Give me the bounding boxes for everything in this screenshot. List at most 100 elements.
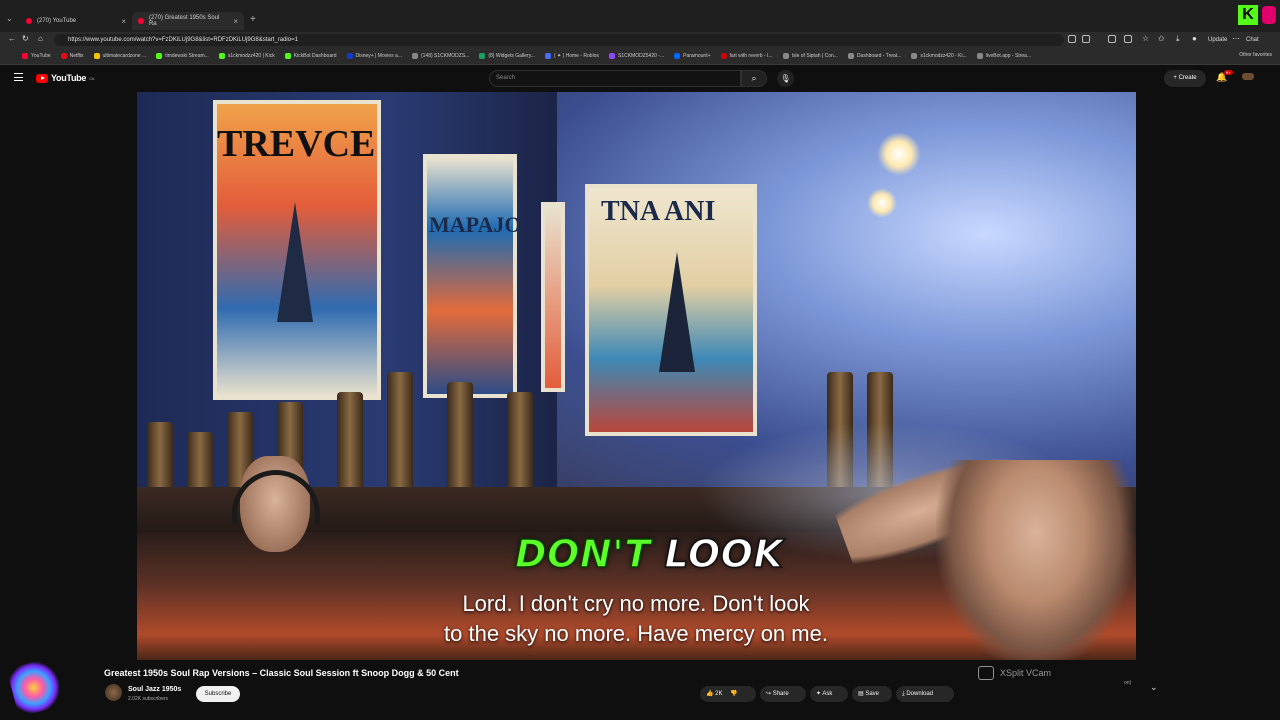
more-menu-icon[interactable]: ⋯ — [1232, 34, 1240, 43]
bookmark-item[interactable]: Paramount+ — [674, 53, 711, 59]
ask-button[interactable]: ✦ Ask — [810, 686, 848, 702]
bookmark-item[interactable]: S1CKMODZ5420 -... — [608, 53, 665, 59]
youtube-logo[interactable]: YouTube CA — [36, 73, 94, 83]
address-toolbar: ← ↻ ⌂ https://www.youtube.com/watch?v=Fz… — [0, 32, 1280, 48]
lyric-word-1: DON'T — [514, 531, 651, 577]
chat-button[interactable]: Chat — [1246, 34, 1259, 46]
bookmark-favicon-icon — [93, 53, 100, 59]
bookmark-favicon-icon — [479, 53, 486, 59]
menu-icon[interactable] — [14, 73, 23, 81]
bookmark-item[interactable]: s1ckmodzz420 | Kick — [218, 53, 275, 59]
bookmark-favicon-icon — [156, 53, 163, 59]
update-button[interactable]: Update — [1208, 34, 1227, 46]
like-count[interactable]: 2K — [715, 691, 722, 697]
chevron-down-icon[interactable]: ⌄ — [1150, 682, 1158, 693]
download-icon[interactable]: ⤓ — [1176, 34, 1180, 44]
create-button[interactable]: + Create — [1164, 70, 1206, 87]
bookmark-item[interactable]: (148) S1CKMODZS... — [411, 53, 469, 59]
new-tab-icon[interactable]: + — [250, 14, 256, 25]
webcam-overlay — [826, 440, 1198, 670]
home-icon[interactable]: ⌂ — [38, 34, 43, 43]
side-text: on) — [1124, 680, 1132, 686]
youtube-favicon-icon — [26, 18, 32, 24]
url-field[interactable]: https://www.youtube.com/watch?v=FzDKiLUj… — [54, 34, 1064, 46]
search-input[interactable]: Search — [489, 70, 741, 87]
bookmark-item[interactable]: Dashboard - Treat... — [847, 53, 901, 59]
close-tab-icon[interactable]: × — [233, 17, 238, 26]
bookmark-item[interactable]: KickBot Dashboard — [284, 53, 337, 59]
share-button[interactable]: ↪ Share — [760, 686, 806, 702]
video-captions: Lord. I don't cry no more. Don't look to… — [411, 589, 861, 649]
poster-text: TREVCE — [217, 123, 376, 165]
bookmark-favicon-icon — [847, 53, 854, 59]
back-icon[interactable]: ← — [8, 34, 16, 43]
download-label: Download — [906, 691, 934, 697]
caption-line: to the sky no more. Have mercy on me. — [444, 621, 828, 646]
close-tab-icon[interactable]: × — [121, 17, 126, 26]
download-button[interactable]: ⤓ Download — [896, 686, 954, 702]
tab-video[interactable]: (270) Greatest 1950s Soul Ra × — [132, 12, 244, 30]
bookmark-item[interactable]: Netflix — [60, 53, 84, 59]
bookmark-label: YouTube — [31, 53, 51, 59]
bookmark-label: Paramount+ — [683, 53, 711, 59]
bookmark-item[interactable]: YouTube — [22, 53, 51, 59]
bookmark-item[interactable]: fart with reverb - I... — [720, 53, 773, 59]
subscriber-count: 2.02K subscribers — [128, 696, 169, 702]
extension-icon[interactable] — [1108, 35, 1116, 43]
bookmark-item[interactable]: Disney+ | Movies a... — [346, 53, 402, 59]
tab-youtube[interactable]: (270) YouTube × — [20, 12, 132, 30]
extension-icon[interactable] — [1082, 35, 1090, 43]
favorites-icon[interactable]: ✩ — [1158, 34, 1165, 43]
refresh-icon[interactable]: ↻ — [22, 34, 29, 43]
tab-label: (270) YouTube — [37, 18, 77, 24]
bookmark-label: ultimatecardzone ... — [102, 53, 147, 59]
bookmark-favicon-icon — [346, 53, 353, 59]
bookmark-label: (8) Widgets Gallery... — [488, 53, 535, 59]
bookmark-item[interactable]: (8) Widgets Gallery... — [479, 53, 535, 59]
bookmark-favicon-icon — [411, 53, 418, 59]
bookmark-favicon-icon — [60, 53, 67, 59]
extension-icon[interactable] — [1124, 35, 1132, 43]
profile-icon[interactable]: ● — [1192, 34, 1197, 43]
bookmark-item[interactable]: timdewski Stream... — [156, 53, 209, 59]
bookmark-label: S1CKMODZ5420 -... — [617, 53, 665, 59]
bookmark-favicon-icon — [976, 53, 983, 59]
search-icon[interactable]: ⌕ — [741, 70, 767, 87]
bookmark-item[interactable]: ultimatecardzone ... — [93, 53, 147, 59]
avatar[interactable] — [1242, 73, 1254, 80]
bookmark-item[interactable]: Isle of Siptah | Con... — [782, 53, 838, 59]
bookmark-favicon-icon — [284, 53, 291, 59]
browser-tab-bar: ⌄ (270) YouTube × (270) Greatest 1950s S… — [0, 0, 1280, 32]
scene-poster — [541, 202, 565, 392]
bookmark-label: timdewski Stream... — [165, 53, 209, 59]
subscribe-button[interactable]: Subscribe — [196, 686, 240, 702]
translate-icon[interactable] — [1068, 35, 1076, 43]
thumbs-down-icon[interactable]: 👎 — [730, 691, 737, 697]
bookmark-item[interactable]: liveBot.app - Strea... — [976, 53, 1031, 59]
thumbs-up-icon[interactable]: 👍 — [706, 691, 713, 697]
other-favorites-button[interactable]: Other favorites — [1239, 52, 1272, 58]
scene-poster — [423, 154, 517, 398]
bookmark-label: Disney+ | Movies a... — [355, 53, 402, 59]
vcam-logo-icon — [978, 666, 994, 680]
scene-lamp — [877, 132, 921, 176]
youtube-play-icon — [36, 73, 48, 83]
notification-badge: 9+ — [1224, 70, 1233, 75]
ask-label: Ask — [822, 691, 833, 697]
bookmark-label: fart with reverb - I... — [729, 53, 773, 59]
channel-avatar[interactable] — [105, 684, 122, 701]
bookmark-favicon-icon — [544, 53, 551, 59]
bookmark-label: Netflix — [69, 53, 84, 59]
scene-bottles — [137, 372, 893, 492]
bookmark-item[interactable]: ( ✦ ) Home - Roblox — [544, 53, 599, 59]
microphone-icon[interactable]: 🎙 — [777, 70, 794, 87]
save-label: Save — [865, 691, 880, 697]
tab-list-chevron-icon[interactable]: ⌄ — [6, 14, 13, 23]
tab-label: (270) Greatest 1950s Soul Ra — [148, 15, 220, 27]
star-icon[interactable]: ☆ — [1142, 34, 1149, 43]
bookmark-item[interactable]: s1ckmodzz420 - Ki... — [911, 53, 967, 59]
channel-name[interactable]: Soul Jazz 1950s — [128, 686, 181, 693]
save-button[interactable]: ▤ Save — [852, 686, 892, 702]
xsplit-vcam-watermark: XSplit VCam — [978, 666, 1051, 680]
bookmarks-bar: YouTube Netflix ultimatecardzone ... tim… — [0, 48, 1280, 65]
